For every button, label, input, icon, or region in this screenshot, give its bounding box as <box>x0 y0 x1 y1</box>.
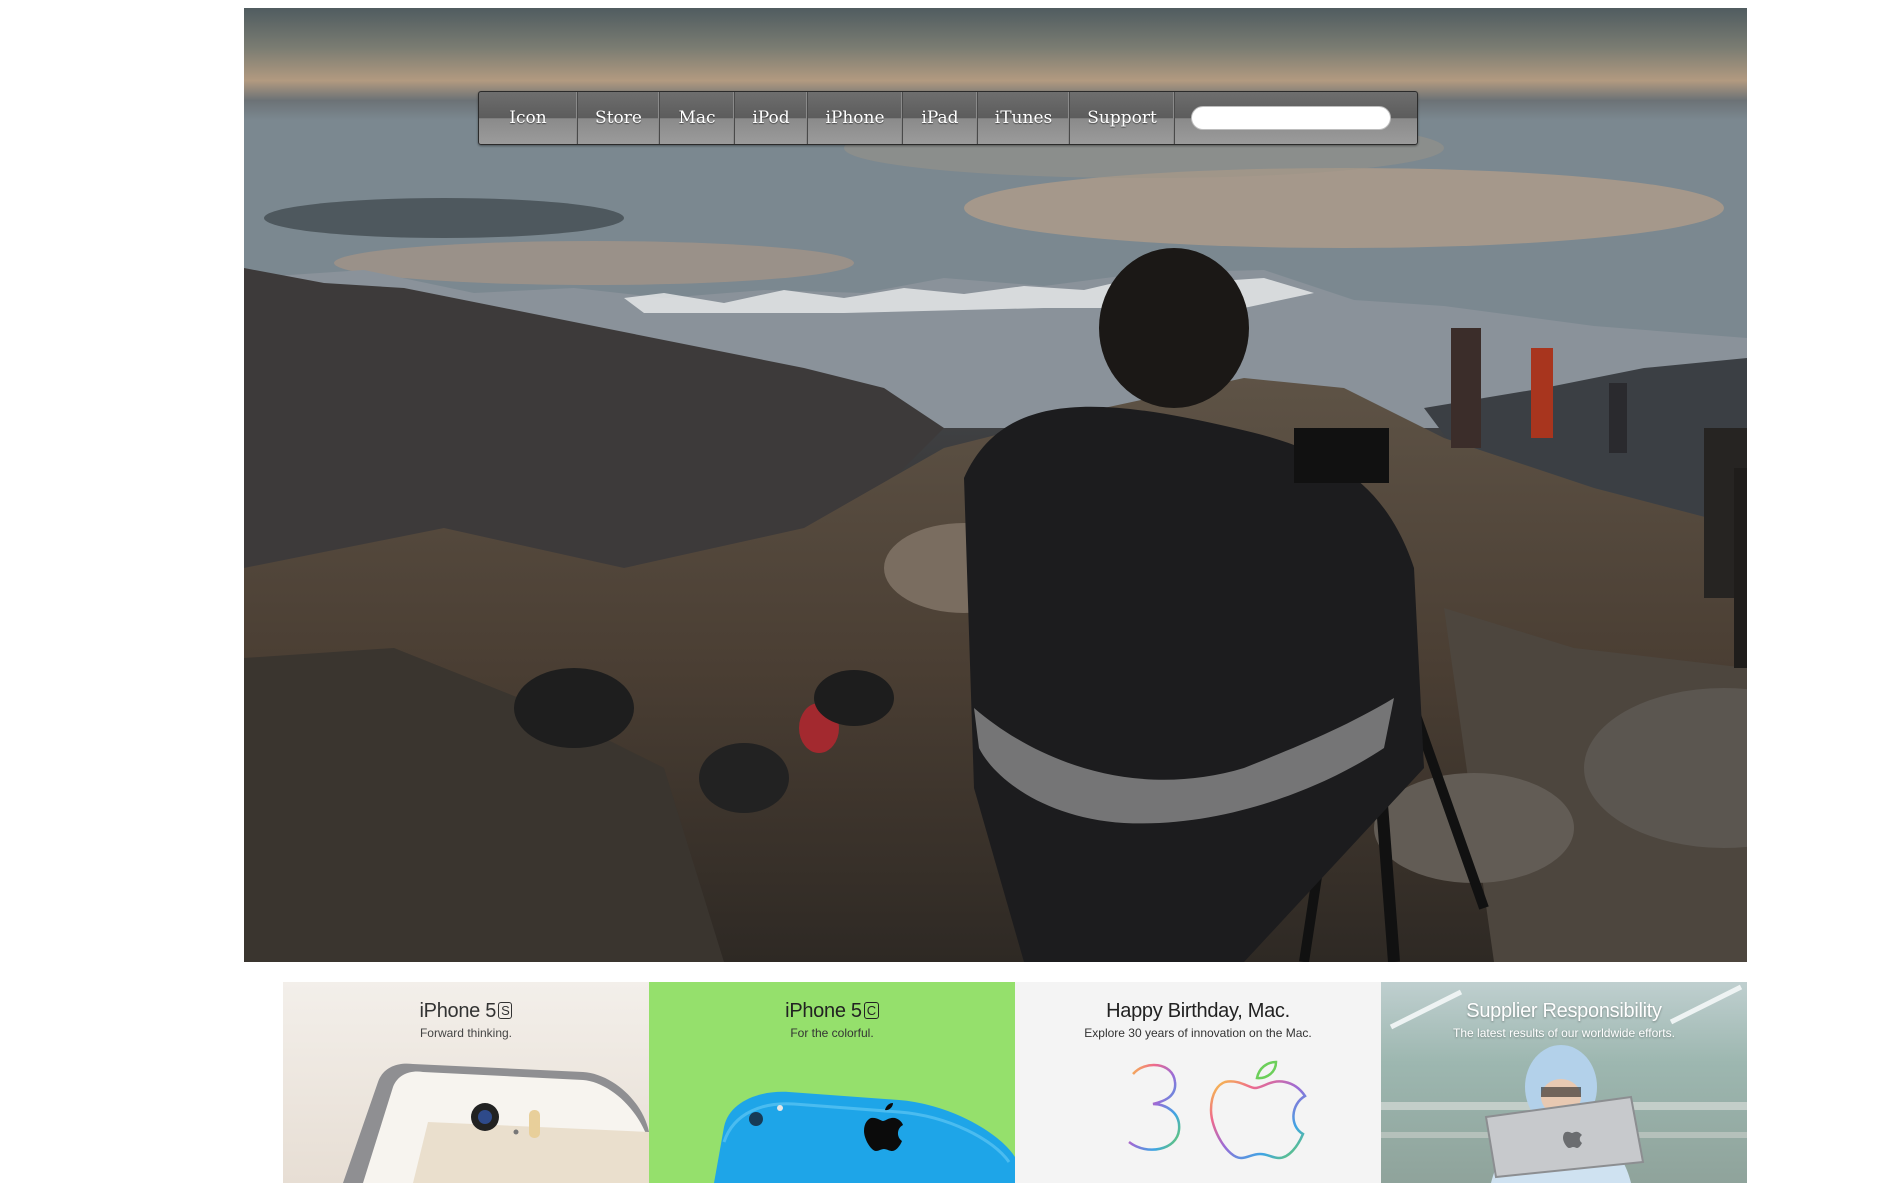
promo-title: Happy Birthday, Mac. <box>1106 1000 1290 1022</box>
promo-supplier-responsibility[interactable]: Supplier Responsibility The latest resul… <box>1381 982 1747 1183</box>
search-area <box>1175 92 1417 144</box>
global-nav-bar: Icon Store Mac iPod iPhone iPad iTunes S… <box>478 91 1418 145</box>
nav-item-icon[interactable]: Icon <box>479 92 578 144</box>
promo-title: Supplier Responsibility <box>1466 1000 1662 1022</box>
nav-item-support[interactable]: Support <box>1070 92 1175 144</box>
promo-row: iPhone 5S Forward thinking. iPhone 5C Fo… <box>283 982 1748 1183</box>
promo-title: iPhone 5S <box>283 1000 649 1023</box>
nav-item-itunes[interactable]: iTunes <box>978 92 1070 144</box>
promo-subtitle: For the colorful. <box>790 1026 874 1040</box>
mountain-scene <box>244 8 1747 962</box>
promo-iphone-5s[interactable]: iPhone 5S Forward thinking. <box>283 982 649 1183</box>
nav-item-iphone[interactable]: iPhone <box>808 92 903 144</box>
promo-title-text: iPhone 5 <box>785 1000 862 1022</box>
nav-item-ipad[interactable]: iPad <box>903 92 978 144</box>
promo-iphone-5c[interactable]: iPhone 5C For the colorful. <box>649 982 1015 1183</box>
promo-mac-30[interactable]: Happy Birthday, Mac. Explore 30 years of… <box>1015 982 1381 1183</box>
nav-item-ipod[interactable]: iPod <box>735 92 808 144</box>
model-badge: S <box>498 1002 513 1019</box>
hero-image <box>244 8 1747 962</box>
promo-title: iPhone 5C <box>649 1000 1015 1023</box>
nav-item-mac[interactable]: Mac <box>660 92 735 144</box>
model-badge: C <box>863 1002 879 1019</box>
promo-subtitle: The latest results of our worldwide effo… <box>1453 1026 1675 1040</box>
promo-subtitle: Explore 30 years of innovation on the Ma… <box>1084 1026 1312 1040</box>
promo-subtitle: Forward thinking. <box>419 1026 513 1040</box>
search-input[interactable] <box>1191 106 1391 130</box>
nav-item-store[interactable]: Store <box>578 92 660 144</box>
promo-title-text: iPhone 5 <box>419 1000 497 1022</box>
